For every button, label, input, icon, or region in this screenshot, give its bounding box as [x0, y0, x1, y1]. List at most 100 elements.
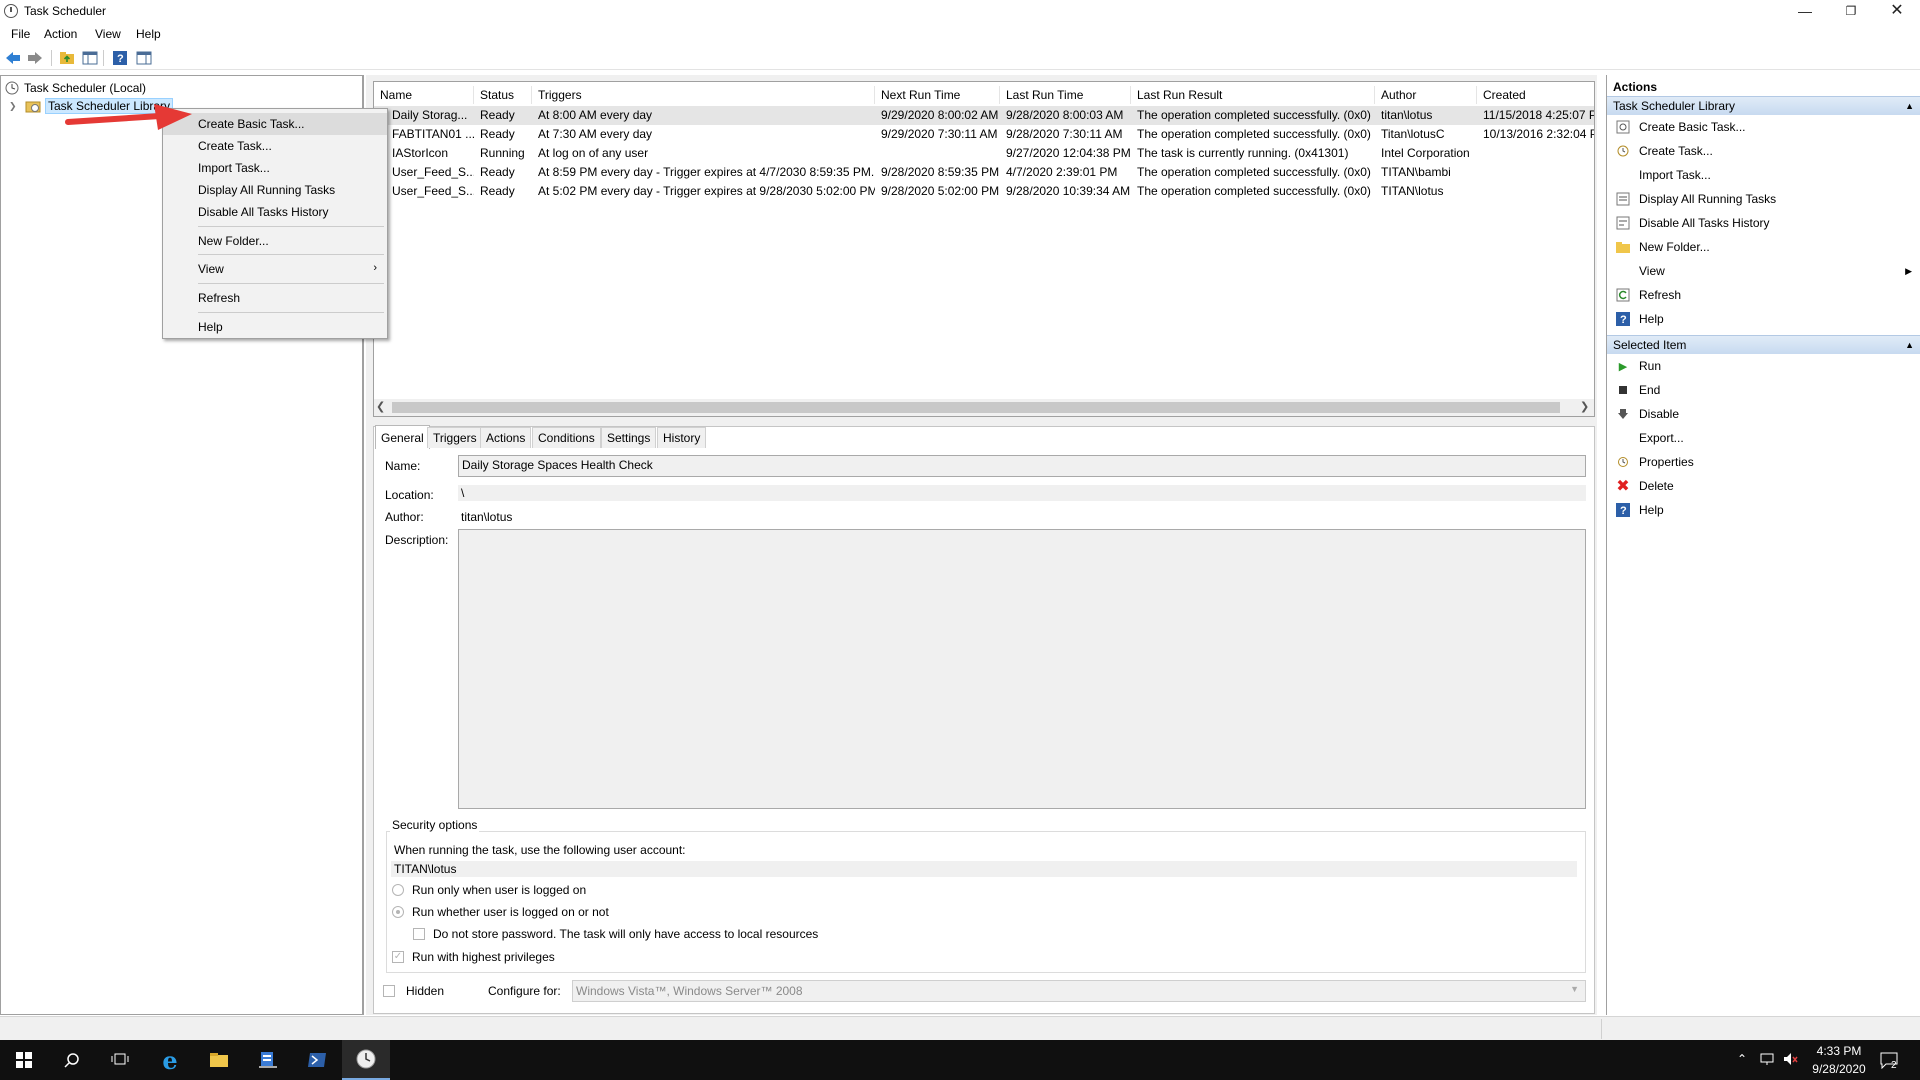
- action-disable-history[interactable]: Disable All Tasks History: [1607, 211, 1920, 235]
- task-author: titan\lotus: [1381, 108, 1433, 122]
- show-hide-console-tree-icon[interactable]: [80, 48, 99, 67]
- tab-history[interactable]: History: [657, 427, 707, 448]
- column-header-status[interactable]: Status: [474, 86, 532, 104]
- column-header-author[interactable]: Author: [1375, 86, 1477, 104]
- tab-general[interactable]: General: [375, 425, 430, 449]
- action-new-folder[interactable]: New Folder...: [1607, 235, 1920, 259]
- actions-pane: Actions Task Scheduler Library ▲ Create …: [1606, 75, 1920, 1015]
- column-header-created[interactable]: Created: [1477, 86, 1594, 104]
- tab-triggers[interactable]: Triggers: [427, 427, 483, 448]
- action-export[interactable]: Export...: [1607, 426, 1920, 450]
- menu-bar: File Action View Help: [0, 24, 1920, 44]
- radio-whether-logged-on[interactable]: [392, 906, 404, 918]
- ctx-view-label: View: [198, 262, 224, 276]
- radio-logged-on[interactable]: [392, 884, 404, 896]
- action-delete[interactable]: ✖ Delete: [1607, 474, 1920, 498]
- task-scheduler-taskbar-icon[interactable]: [342, 1040, 390, 1080]
- horizontal-scrollbar[interactable]: ❮ ❯: [374, 399, 1594, 416]
- scroll-left-arrow-icon[interactable]: ❮: [376, 400, 385, 413]
- section-task-scheduler-library[interactable]: Task Scheduler Library ▲: [1607, 96, 1920, 115]
- column-header-triggers[interactable]: Triggers: [532, 86, 875, 104]
- minimize-button[interactable]: —: [1782, 0, 1828, 24]
- restore-button[interactable]: ❐: [1828, 0, 1874, 24]
- forward-arrow-icon[interactable]: [25, 48, 44, 67]
- ctx-create-task[interactable]: Create Task...: [163, 135, 387, 157]
- volume-muted-icon[interactable]: [1783, 1052, 1799, 1069]
- collapse-arrow-icon[interactable]: ▲: [1905, 101, 1914, 111]
- menu-help[interactable]: Help: [136, 27, 161, 41]
- tab-conditions[interactable]: Conditions: [532, 427, 601, 448]
- menu-action[interactable]: Action: [44, 27, 77, 41]
- menu-file[interactable]: File: [11, 27, 30, 41]
- action-run[interactable]: ▶ Run: [1607, 354, 1920, 378]
- table-row[interactable]: User_Feed_S... Ready At 8:59 PM every da…: [374, 163, 1594, 182]
- action-create-basic-task[interactable]: Create Basic Task...: [1607, 115, 1920, 139]
- table-row[interactable]: User_Feed_S... Ready At 5:02 PM every da…: [374, 182, 1594, 201]
- column-header-last-result[interactable]: Last Run Result: [1131, 86, 1375, 104]
- task-name-field[interactable]: Daily Storage Spaces Health Check: [458, 455, 1586, 477]
- task-scheduler-clock-icon: [4, 4, 18, 18]
- start-windows-icon[interactable]: [0, 1040, 48, 1080]
- checkbox-hidden[interactable]: [383, 985, 395, 997]
- collapse-arrow-icon[interactable]: ▲: [1905, 340, 1914, 350]
- show-hidden-icons-chevron-icon[interactable]: ⌃: [1737, 1052, 1747, 1066]
- ctx-import-task[interactable]: Import Task...: [163, 157, 387, 179]
- show-hide-action-pane-icon[interactable]: [134, 48, 153, 67]
- action-display-running-tasks[interactable]: Display All Running Tasks: [1607, 187, 1920, 211]
- task-status: Running: [480, 146, 525, 160]
- up-folder-icon[interactable]: [57, 48, 76, 67]
- file-explorer-icon[interactable]: [195, 1040, 243, 1080]
- action-properties[interactable]: Properties: [1607, 450, 1920, 474]
- scroll-right-arrow-icon[interactable]: ❯: [1580, 400, 1589, 413]
- section-selected-item[interactable]: Selected Item ▲: [1607, 335, 1920, 354]
- ctx-display-running[interactable]: Display All Running Tasks: [163, 179, 387, 201]
- action-help-selected[interactable]: ? Help: [1607, 498, 1920, 522]
- network-icon[interactable]: [1760, 1052, 1776, 1069]
- table-row[interactable]: FABTITAN01 ... Ready At 7:30 AM every da…: [374, 125, 1594, 144]
- column-header-name[interactable]: Name: [374, 86, 474, 104]
- task-status: Ready: [480, 184, 515, 198]
- ctx-help[interactable]: Help: [163, 316, 387, 338]
- ctx-disable-history[interactable]: Disable All Tasks History: [163, 201, 387, 223]
- column-header-next-run[interactable]: Next Run Time: [875, 86, 1000, 104]
- server-manager-icon[interactable]: [244, 1040, 292, 1080]
- action-end[interactable]: End: [1607, 378, 1920, 402]
- checkbox-do-not-store-password-label: Do not store password. The task will onl…: [433, 927, 819, 941]
- close-button[interactable]: ✕: [1874, 0, 1920, 24]
- toolbar-separator: [51, 50, 52, 66]
- action-disable[interactable]: Disable: [1607, 402, 1920, 426]
- security-prompt: When running the task, use the following…: [394, 843, 686, 857]
- action-refresh[interactable]: Refresh: [1607, 283, 1920, 307]
- help-icon[interactable]: ?: [110, 48, 129, 67]
- table-row[interactable]: IAStorIcon Running At log on of any user…: [374, 144, 1594, 163]
- tab-settings[interactable]: Settings: [601, 427, 657, 448]
- taskbar-time[interactable]: 4:33 PM: [1800, 1044, 1878, 1058]
- ctx-view[interactable]: View ›: [163, 258, 387, 280]
- expand-chevron-icon[interactable]: ❯: [9, 101, 21, 112]
- checkbox-do-not-store-password[interactable]: [413, 928, 425, 940]
- internet-explorer-icon[interactable]: e: [146, 1040, 194, 1080]
- checkbox-highest-privileges[interactable]: ✓: [392, 951, 404, 963]
- action-view[interactable]: View ▶: [1607, 259, 1920, 283]
- ctx-refresh[interactable]: Refresh: [163, 287, 387, 309]
- scrollbar-thumb[interactable]: [392, 402, 1560, 413]
- taskbar-date[interactable]: 9/28/2020: [1800, 1062, 1878, 1076]
- powershell-icon[interactable]: [293, 1040, 341, 1080]
- annotation-arrow-icon: [65, 104, 192, 130]
- action-create-task[interactable]: Create Task...: [1607, 139, 1920, 163]
- menu-view[interactable]: View: [95, 27, 121, 41]
- configure-for-label: Configure for:: [488, 984, 561, 998]
- ctx-new-folder[interactable]: New Folder...: [163, 230, 387, 252]
- column-header-last-run[interactable]: Last Run Time: [1000, 86, 1131, 104]
- search-icon[interactable]: [48, 1040, 96, 1080]
- task-view-icon[interactable]: [96, 1040, 144, 1080]
- description-field[interactable]: [458, 529, 1586, 809]
- location-label: Location:: [385, 488, 434, 502]
- configure-for-select[interactable]: Windows Vista™, Windows Server™ 2008 ▼: [572, 980, 1586, 1002]
- back-arrow-icon[interactable]: [3, 48, 22, 67]
- tree-item-local[interactable]: Task Scheduler (Local): [5, 79, 146, 97]
- action-help-library[interactable]: ? Help: [1607, 307, 1920, 331]
- table-row[interactable]: Daily Storag... Ready At 8:00 AM every d…: [374, 106, 1594, 125]
- action-import-task[interactable]: Import Task...: [1607, 163, 1920, 187]
- tab-actions[interactable]: Actions: [480, 427, 532, 448]
